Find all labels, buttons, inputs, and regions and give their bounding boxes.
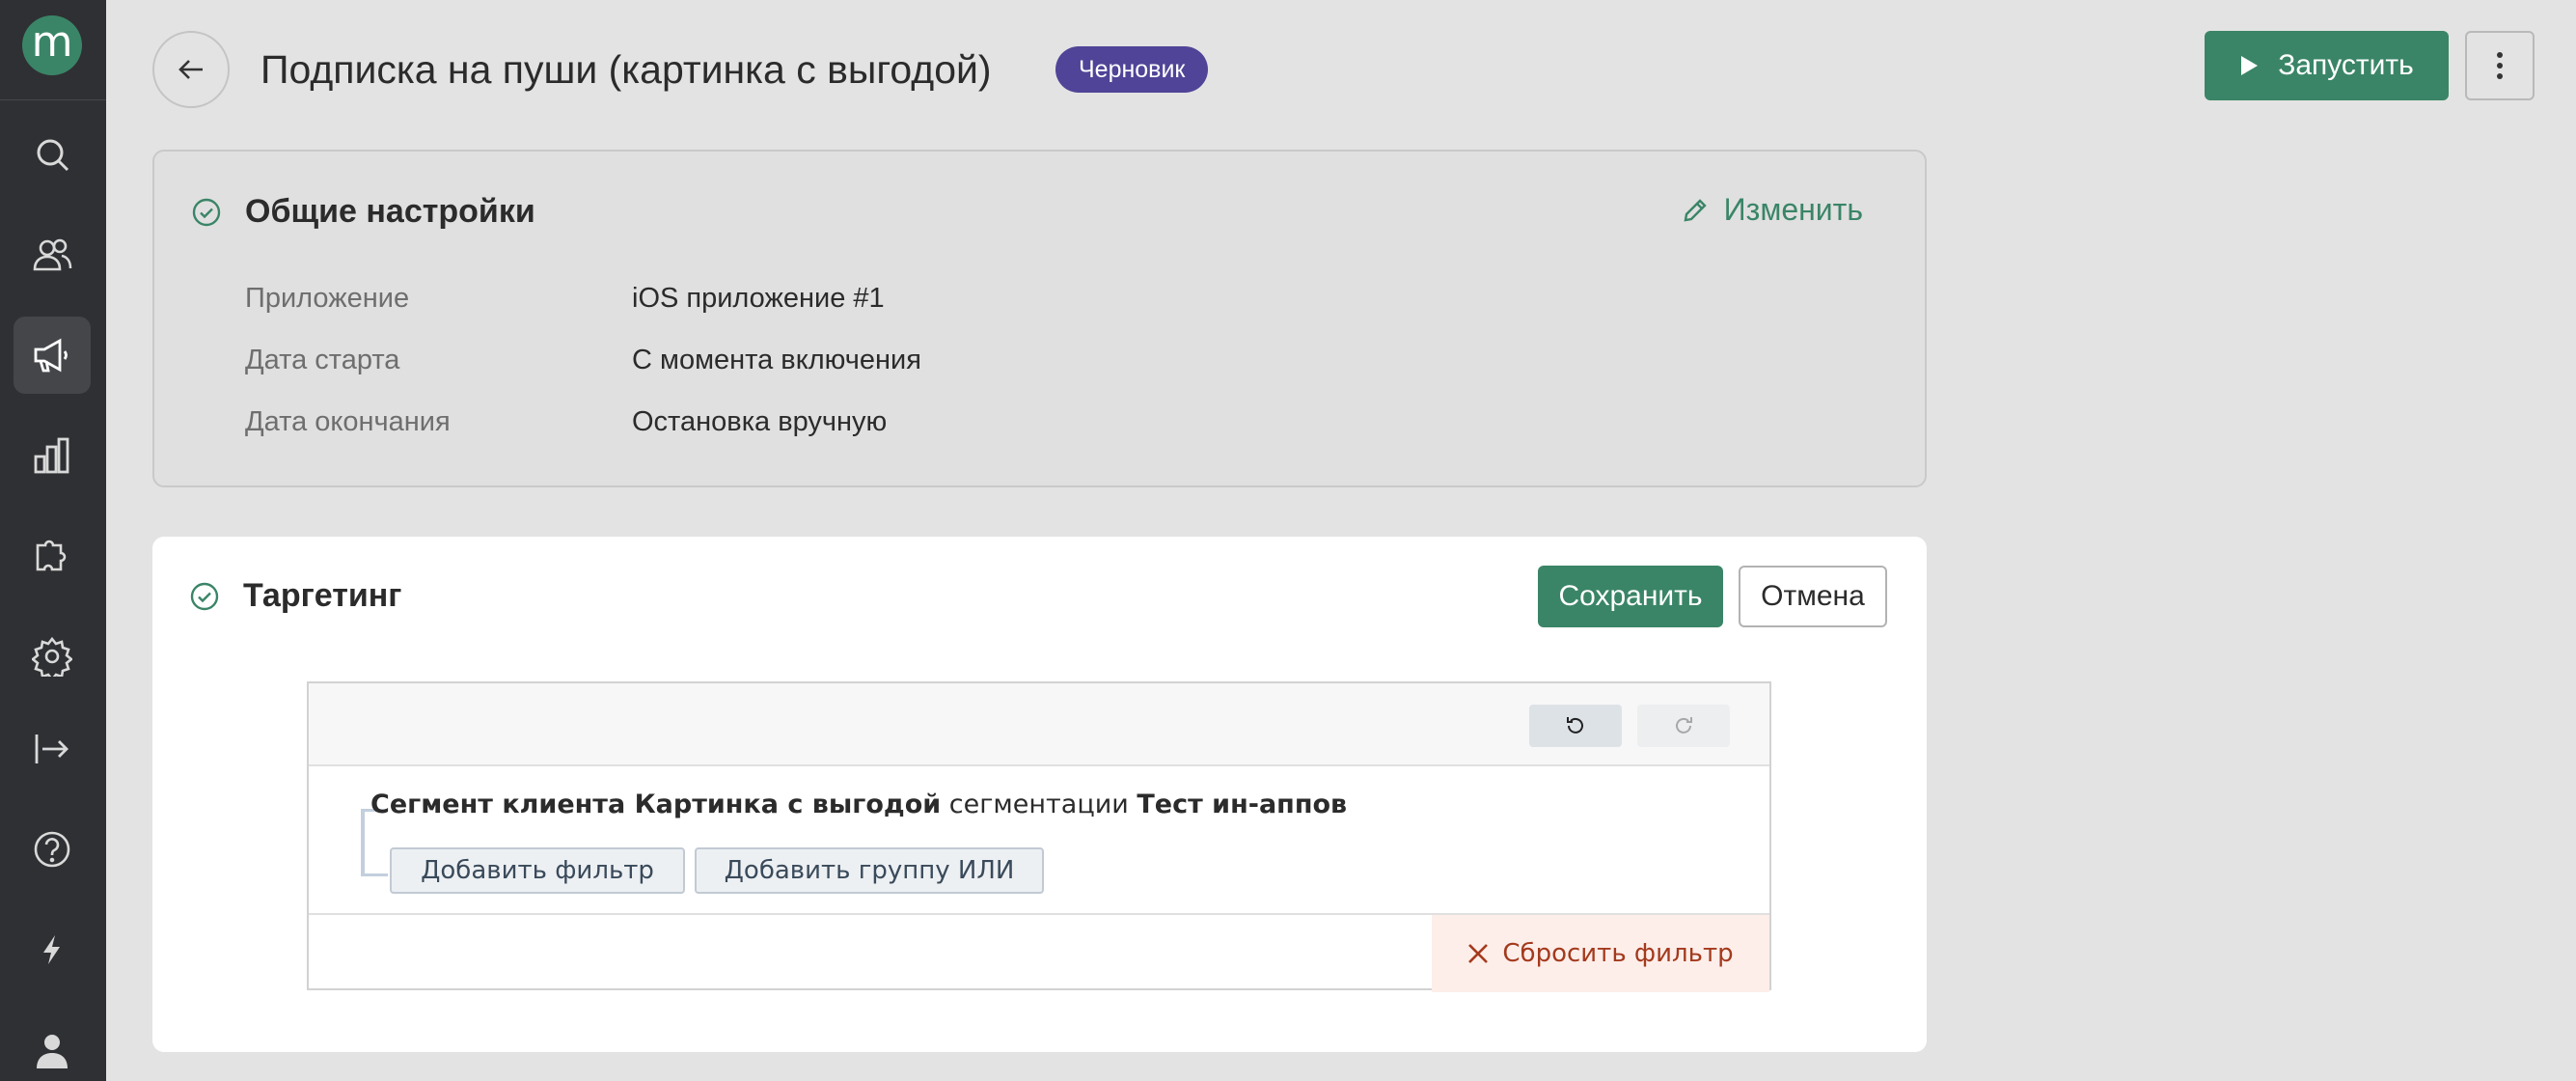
help-icon — [34, 831, 70, 868]
end-date-label: Дата окончания — [245, 406, 451, 437]
targeting-title: Таргетинг — [243, 577, 402, 614]
gear-icon — [32, 636, 72, 677]
app-value: iOS приложение #1 — [632, 283, 885, 314]
arrow-left-icon — [178, 60, 203, 79]
run-button[interactable]: Запустить — [2205, 31, 2449, 100]
run-button-label: Запустить — [2278, 49, 2414, 81]
start-date-value: С момента включения — [632, 345, 921, 375]
undo-button[interactable] — [1529, 705, 1622, 747]
check-circle-icon — [192, 198, 221, 227]
redo-button[interactable] — [1637, 705, 1730, 747]
bar-chart-icon — [34, 437, 69, 474]
edit-link[interactable]: Изменить — [1682, 192, 1863, 228]
more-options-button[interactable] — [2465, 31, 2535, 100]
lightning-icon — [43, 935, 60, 964]
edit-link-label: Изменить — [1723, 192, 1863, 227]
filter-footer: Сбросить фильтр — [309, 913, 1769, 992]
play-icon — [2241, 56, 2259, 75]
cancel-button[interactable]: Отмена — [1739, 566, 1887, 627]
sidebar: m — [0, 0, 106, 1081]
sidebar-item-users[interactable] — [14, 216, 91, 293]
reset-filter-label: Сбросить фильтр — [1502, 939, 1734, 968]
segment-condition: Сегмент клиента Картинка с выгодой сегме… — [370, 790, 1347, 819]
pencil-icon — [1684, 198, 1707, 221]
sidebar-item-campaigns[interactable] — [14, 317, 91, 394]
user-icon — [37, 1035, 68, 1068]
start-date-label: Дата старта — [245, 345, 400, 375]
general-settings-title: Общие настройки — [245, 193, 535, 230]
logo-letter: m — [31, 17, 73, 67]
status-badge: Черновик — [1055, 46, 1209, 93]
filter-builder: Сегмент клиента Картинка с выгодой сегме… — [307, 681, 1771, 992]
sidebar-item-help[interactable] — [14, 811, 91, 888]
add-filter-button[interactable]: Добавить фильтр — [390, 847, 685, 894]
sidebar-divider — [0, 99, 106, 100]
filter-toolbar — [309, 683, 1769, 766]
back-button[interactable] — [152, 31, 230, 108]
sidebar-item-integrations[interactable] — [14, 515, 91, 593]
page-title: Подписка на пуши (картинка с выгодой) — [260, 47, 992, 92]
app-label: Приложение — [245, 283, 410, 314]
segmentation-name: Тест ин-аппов — [1137, 790, 1348, 819]
general-settings-card: Общие настройки Изменить Приложение iOS … — [152, 150, 1927, 487]
megaphone-icon — [34, 338, 68, 373]
add-or-group-button[interactable]: Добавить группу ИЛИ — [695, 847, 1044, 894]
puzzle-icon — [36, 540, 67, 571]
sidebar-item-search[interactable] — [14, 116, 91, 193]
search-icon — [37, 139, 69, 172]
close-icon — [1468, 944, 1489, 963]
check-circle-icon — [190, 582, 219, 611]
sidebar-item-settings[interactable] — [14, 618, 91, 695]
logo[interactable]: m — [22, 15, 82, 75]
export-icon — [35, 735, 69, 763]
sidebar-item-quick-actions[interactable] — [14, 911, 91, 988]
end-date-value: Остановка вручную — [632, 406, 888, 437]
sidebar-item-export[interactable] — [14, 710, 91, 788]
sidebar-item-profile[interactable] — [14, 1012, 91, 1081]
undo-icon — [1567, 717, 1583, 734]
users-icon — [33, 238, 72, 271]
targeting-card: Таргетинг Сохранить Отмена Сегмент клиен… — [152, 537, 1927, 1052]
sidebar-item-analytics[interactable] — [14, 417, 91, 494]
save-button[interactable]: Сохранить — [1538, 566, 1723, 627]
more-vertical-icon — [2497, 52, 2503, 79]
segment-name: Сегмент клиента Картинка с выгодой — [370, 790, 942, 819]
segment-connector: сегментации — [941, 790, 1137, 819]
reset-filter-button[interactable]: Сбросить фильтр — [1432, 915, 1769, 992]
redo-icon — [1676, 717, 1692, 734]
